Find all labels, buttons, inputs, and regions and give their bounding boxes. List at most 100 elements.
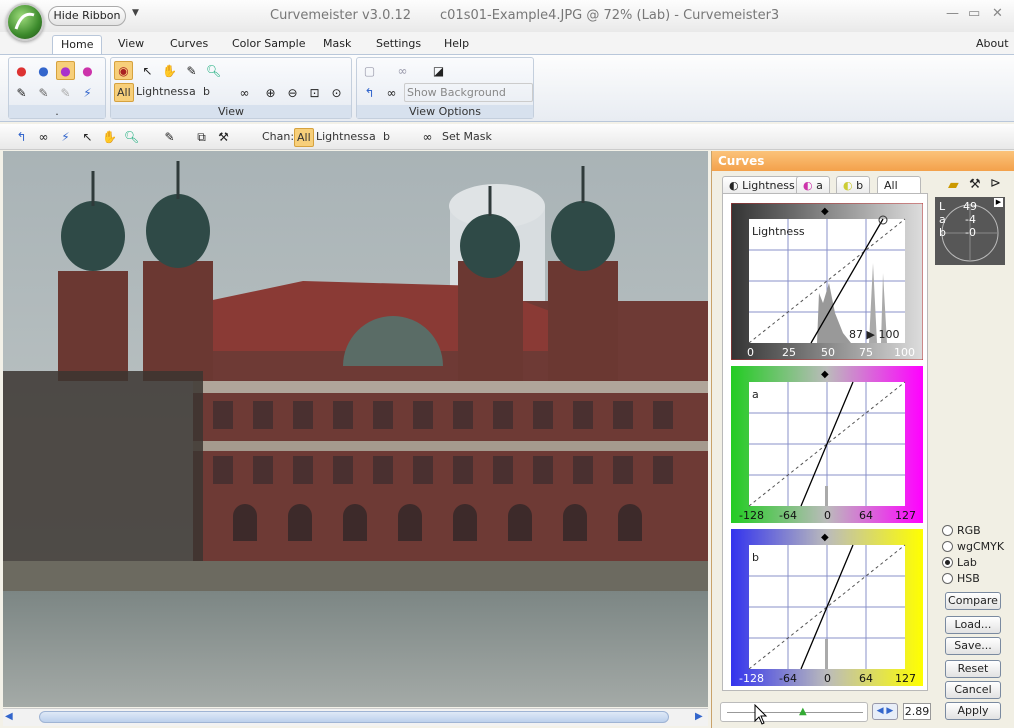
channel-lightness-button[interactable]: Lightness [314, 128, 371, 147]
hand-icon[interactable]: ✋ [100, 127, 119, 146]
app-menu-orb[interactable] [6, 3, 44, 41]
histogram-icon[interactable]: ◪ [429, 61, 448, 80]
mode-radio-wgcmyk[interactable]: wgCMYK [942, 540, 1004, 553]
eyedropper-white-icon[interactable]: ✎ [56, 83, 75, 102]
curve-handle-icon[interactable]: ◆ [821, 532, 829, 543]
scroll-left-icon[interactable]: ◀ [5, 711, 13, 722]
slider-step-arrows[interactable]: ◀ ▶ [872, 703, 898, 720]
overlay-glasses-icon[interactable]: ∞ [393, 61, 412, 80]
strength-slider[interactable]: ▲ [720, 702, 868, 722]
b-curve-box[interactable]: b -128 -64 0 64 127 ◆ [731, 529, 923, 686]
cancel-button[interactable]: Cancel [945, 681, 1001, 699]
close-button[interactable]: ✕ [992, 6, 1003, 21]
mode-radio-rgb[interactable]: RGB [942, 524, 981, 537]
tab-curve-all[interactable]: All [877, 176, 921, 194]
mask-glasses-icon[interactable]: ∞ [34, 127, 53, 146]
tab-view[interactable]: View [110, 35, 152, 55]
radio-label: wgCMYK [957, 540, 1005, 553]
quick-access-dropdown-icon[interactable]: ▼ [132, 8, 139, 18]
curve-handle-icon[interactable]: ◆ [821, 206, 829, 217]
scroll-thumb[interactable] [39, 711, 669, 723]
wrench-icon[interactable]: ⚒ [969, 177, 981, 192]
sample-pointer-icon[interactable]: ↰ [12, 127, 31, 146]
reset-button[interactable]: Reset [945, 660, 1001, 678]
lightness-curve-box[interactable]: Lightness 87 ▶ 100 0 25 50 75 100 ◆ [730, 202, 924, 361]
zoom-out-icon[interactable]: ⊖ [283, 83, 302, 102]
horizontal-scrollbar[interactable]: ◀ ▶ [3, 708, 708, 726]
slider-value[interactable]: 2.89 [903, 703, 931, 720]
a-curve-box[interactable]: a -128 -64 0 64 127 ◆ [731, 366, 923, 523]
apply-button[interactable]: Apply [945, 702, 1001, 720]
folder-icon[interactable]: ▰ [948, 177, 959, 193]
about-link[interactable]: About [968, 35, 1014, 55]
channel-all-button[interactable]: All [294, 128, 314, 147]
zoom-icon[interactable]: 🔍︎ [122, 127, 141, 146]
channel-b-button[interactable]: b [381, 128, 392, 147]
set-mask-dropdown[interactable]: Set Mask [440, 128, 494, 147]
tab-curve-a[interactable]: ◐ a [796, 176, 830, 194]
tab-curves[interactable]: Curves [162, 35, 216, 55]
image-canvas[interactable] [3, 151, 708, 707]
axis-tick: 64 [859, 509, 873, 522]
ribbon-group-channels: ● ● ● ● ✎ ✎ ✎ ⚡ . [8, 57, 106, 119]
channel-a-button[interactable]: a [187, 83, 198, 102]
curves-tool-icon[interactable]: ◉ [114, 61, 133, 80]
glasses-icon[interactable]: ∞ [382, 83, 401, 102]
tab-color-sample[interactable]: Color Sample [224, 35, 313, 55]
copy-icon[interactable]: ⧉ [192, 127, 211, 146]
play-icon[interactable]: ⊳ [990, 176, 1001, 191]
layer-view-icon[interactable]: ▢ [360, 61, 379, 80]
channel-a-button[interactable]: a [367, 128, 378, 147]
tab-mask[interactable]: Mask [315, 35, 359, 55]
auto-correct-icon[interactable]: ⚡ [56, 127, 75, 146]
mode-radio-lab[interactable]: Lab [942, 556, 977, 569]
channel-b-button[interactable]: b [201, 83, 212, 102]
sample-pointer-icon[interactable]: ↰ [360, 83, 379, 102]
axis-tick: 0 [747, 346, 754, 359]
channel-all-button[interactable]: All [114, 83, 134, 102]
show-background-layers-button[interactable]: Show Background Layers [404, 83, 533, 117]
hand-icon[interactable]: ✋ [160, 61, 179, 80]
app-logo-icon [14, 12, 35, 30]
tab-curve-b[interactable]: ◐ b [836, 176, 871, 194]
zoom-fit-icon[interactable]: ⊡ [305, 83, 324, 102]
eyedropper-black-icon[interactable]: ✎ [12, 83, 31, 102]
tab-settings[interactable]: Settings [368, 35, 429, 55]
minimize-button[interactable]: — [946, 6, 959, 21]
wrench-icon[interactable]: ⚒ [214, 127, 233, 146]
expand-icon[interactable]: ▶ [994, 198, 1003, 207]
lab-circles-icon[interactable]: ● [56, 61, 75, 80]
zoom-in-icon[interactable]: ⊕ [261, 83, 280, 102]
zoom-icon[interactable]: 🔍︎ [204, 61, 223, 80]
slider-thumb[interactable]: ▲ [799, 706, 807, 717]
pointer-icon[interactable]: ↖ [138, 61, 157, 80]
mode-radio-hsb[interactable]: HSB [942, 572, 980, 585]
save-button[interactable]: Save... [945, 637, 1001, 655]
curve-title-a: a [752, 388, 759, 401]
eyedropper-icon[interactable]: ✎ [160, 127, 179, 146]
pointer-icon[interactable]: ↖ [78, 127, 97, 146]
tab-curve-lightness[interactable]: ◐ Lightness [722, 176, 802, 194]
curve-handle-icon[interactable]: ◆ [821, 369, 829, 380]
eyedropper-icon[interactable]: ✎ [182, 61, 201, 80]
hsb-circles-icon[interactable]: ● [78, 61, 97, 80]
load-button[interactable]: Load... [945, 616, 1001, 634]
maximize-button[interactable]: ▭ [968, 6, 980, 21]
axis-tick: 127 [895, 509, 916, 522]
mask-glasses-icon[interactable]: ∞ [235, 83, 254, 102]
compare-button[interactable]: Compare [945, 592, 1001, 610]
auto-correct-icon[interactable]: ⚡ [78, 83, 97, 102]
channel-lightness-button[interactable]: Lightness [134, 83, 191, 102]
cmyk-circles-icon[interactable]: ● [34, 61, 53, 80]
rgb-circles-icon[interactable]: ● [12, 61, 31, 80]
mask-glasses-icon[interactable]: ∞ [418, 127, 437, 146]
eyedropper-gray-icon[interactable]: ✎ [34, 83, 53, 102]
radio-label: Lab [957, 556, 977, 569]
tab-help[interactable]: Help [436, 35, 477, 55]
scroll-right-icon[interactable]: ▶ [695, 711, 703, 722]
b-channel-icon: ◐ [843, 179, 853, 192]
tab-home[interactable]: Home [52, 35, 103, 55]
hide-ribbon-button[interactable]: Hide Ribbon [48, 6, 126, 26]
radio-dot [942, 557, 953, 568]
zoom-actual-icon[interactable]: ⊙ [327, 83, 346, 102]
